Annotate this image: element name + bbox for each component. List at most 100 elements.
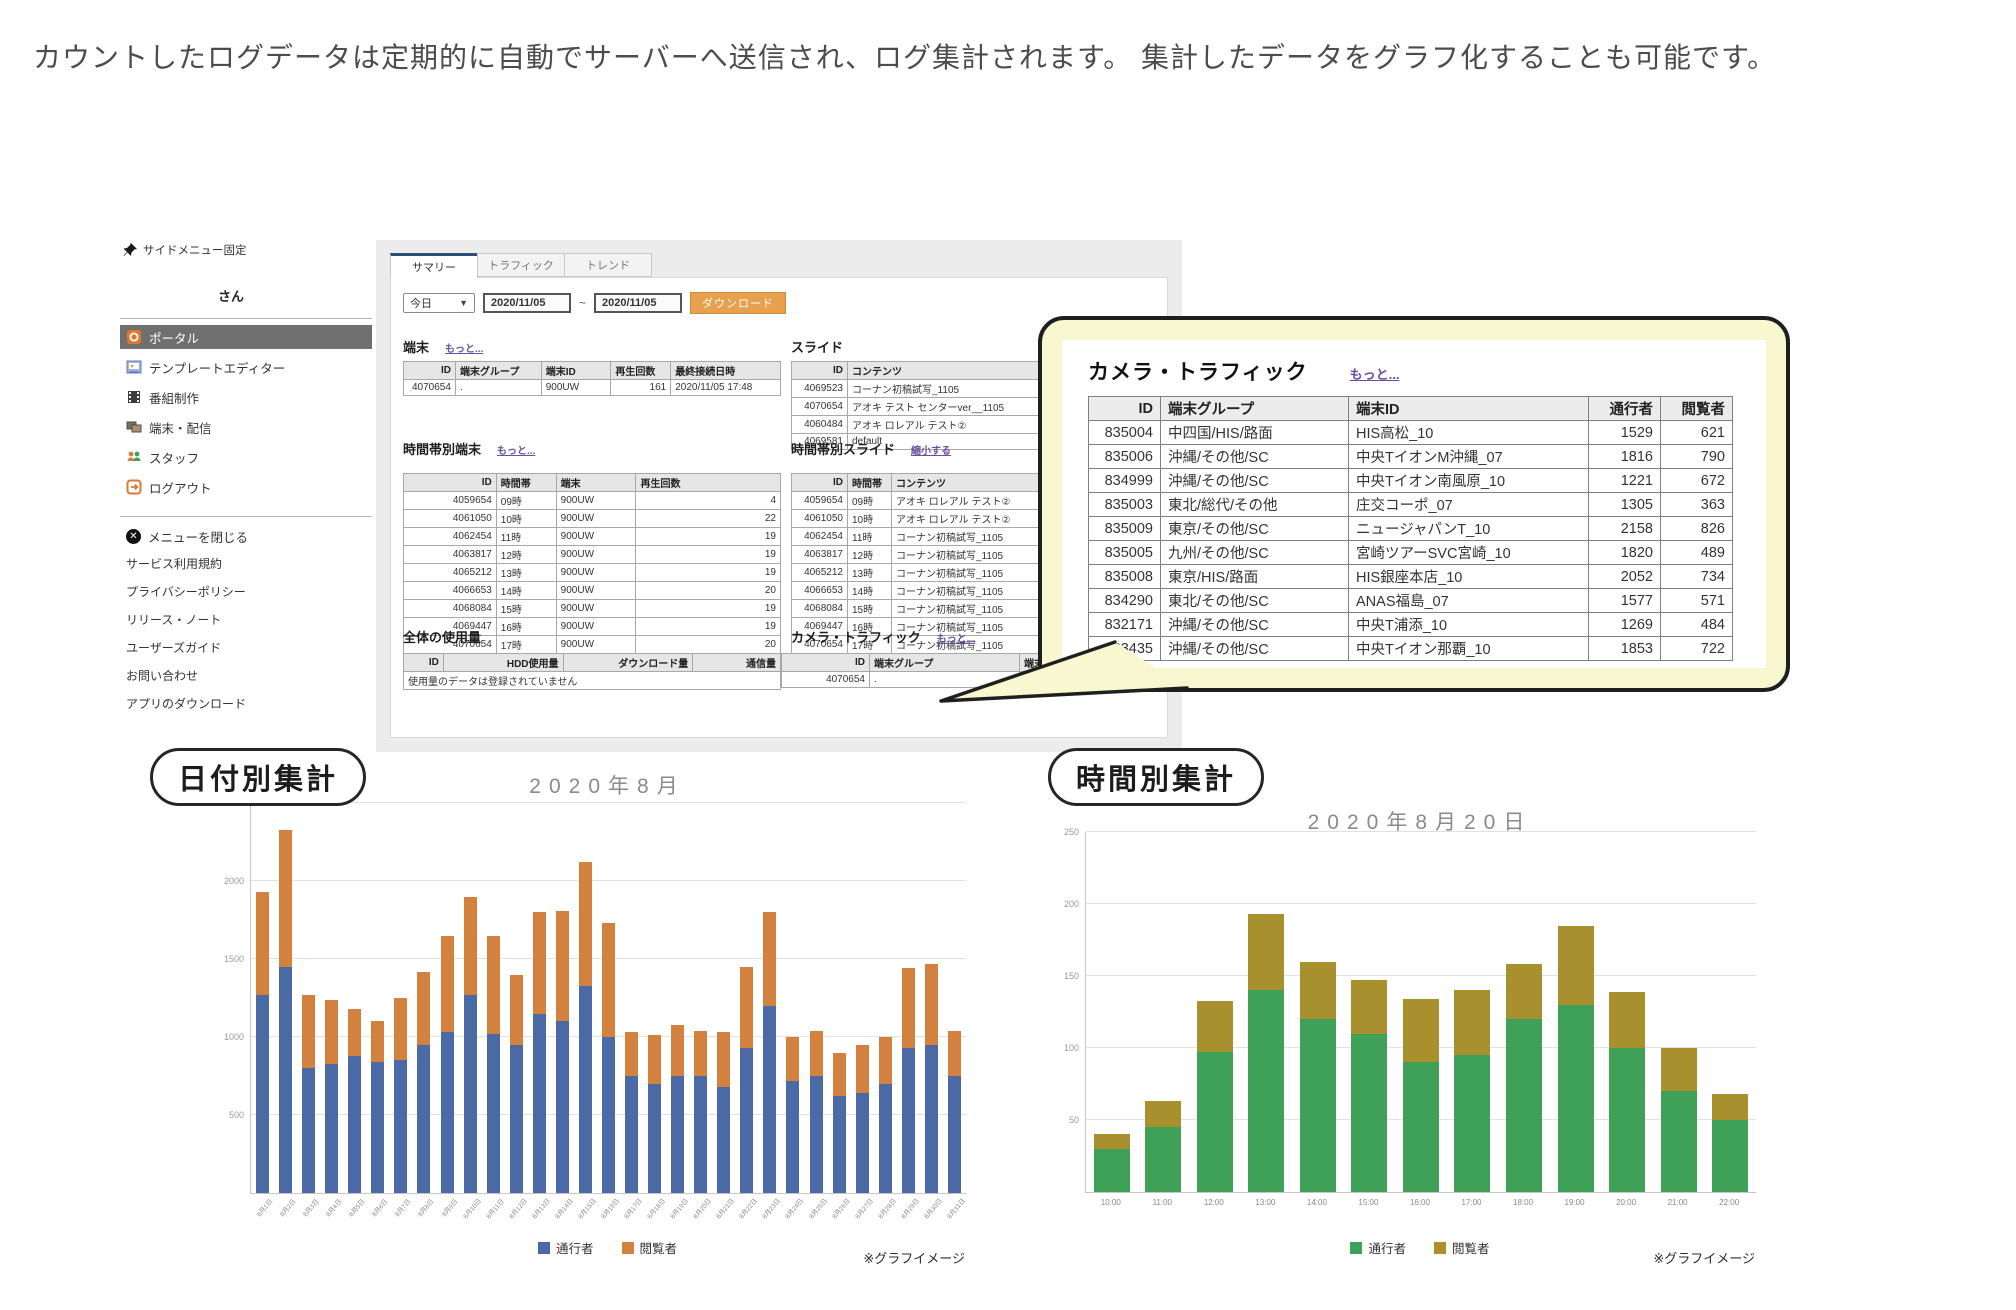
table-cell: HIS銀座本店_10 (1349, 565, 1589, 589)
bar-segment (1403, 1062, 1439, 1192)
table-cell: 12時 (496, 546, 556, 564)
bar-segment (464, 995, 477, 1193)
table-cell: 835003 (1089, 493, 1161, 517)
sidebar-link-4[interactable]: お問い合わせ (120, 661, 372, 689)
table-cell: 790 (1661, 445, 1733, 469)
shrink-link[interactable]: 縮小する (911, 442, 951, 457)
table-cell: 1269 (1589, 613, 1661, 637)
table-cell: 11時 (848, 528, 892, 546)
callout-bubble: カメラ・トラフィック もっと... ID端末グループ端末ID通行者閲覧者8350… (1038, 316, 1790, 692)
table-cell: 4068084 (792, 600, 848, 618)
table-cell: 20 (636, 582, 781, 600)
bar-segment (810, 1076, 823, 1193)
sidebar-item-2[interactable]: 番組制作 (120, 382, 372, 412)
stacked-bar (902, 803, 915, 1193)
table-cell: 1820 (1589, 541, 1661, 565)
table-cell: 19 (636, 528, 781, 546)
bar-segment (671, 1025, 684, 1076)
bar-segment (348, 1009, 361, 1056)
table-cell: 835006 (1089, 445, 1161, 469)
table-cell: 17時 (496, 636, 556, 654)
tab-2[interactable]: トレンド (564, 253, 652, 277)
date-to-input[interactable]: 2020/11/05 (594, 293, 682, 313)
tab-0[interactable]: サマリー (390, 253, 478, 278)
close-icon: ✕ (126, 529, 141, 544)
intro-text: カウントしたログデータは定期的に自動でサーバーへ送信され、ログ集計されます。 集… (33, 36, 1963, 76)
bar-segment (1351, 1034, 1387, 1192)
bar-segment (925, 964, 938, 1045)
table-cell: 九州/その他/SC (1161, 541, 1349, 565)
sidebar-link-2[interactable]: リリース・ノート (120, 605, 372, 633)
download-button[interactable]: ダウンロード (690, 292, 786, 314)
sidebar-item-4[interactable]: スタッフ (120, 442, 372, 472)
period-select[interactable]: 今日 ▼ (403, 293, 475, 313)
table-cell: 834290 (1089, 589, 1161, 613)
stacked-bar (556, 803, 569, 1193)
x-axis-tick-label: 18:00 (1497, 1198, 1549, 1207)
table-cell: 沖縄/その他/SC (1161, 613, 1349, 637)
sidebar-link-3[interactable]: ユーザーズガイド (120, 633, 372, 661)
more-link[interactable]: もっと... (445, 340, 483, 355)
table-cell: 20 (636, 636, 781, 654)
table-cell: 東北/その他/SC (1161, 589, 1349, 613)
stacked-bar (371, 803, 384, 1193)
table-cell: 900UW (556, 564, 636, 582)
table-cell: 4063817 (792, 546, 848, 564)
sidebar-item-0[interactable]: ポータル (120, 325, 372, 349)
table-cell: 900UW (556, 492, 636, 510)
y-axis-tick-label: 1500 (224, 954, 244, 964)
bar-segment (625, 1076, 638, 1193)
table-cell: 900UW (556, 528, 636, 546)
table-cell: 900UW (556, 636, 636, 654)
sidebar-pin-toggle[interactable]: サイドメニュー固定 (120, 238, 372, 262)
bar-segment (925, 1045, 938, 1193)
column-header: ID (404, 474, 497, 492)
stacked-bar (879, 803, 892, 1193)
callout-content: カメラ・トラフィック もっと... ID端末グループ端末ID通行者閲覧者8350… (1062, 340, 1766, 668)
table-cell: 4068084 (404, 600, 497, 618)
table-cell: ニュージャパンT_10 (1349, 517, 1589, 541)
bar-segment (786, 1037, 799, 1081)
table-cell: 15時 (848, 600, 892, 618)
stacked-bar (925, 803, 938, 1193)
sidebar-item-1[interactable]: テンプレートエディター (120, 352, 372, 382)
more-link[interactable]: もっと... (937, 630, 975, 645)
sidebar-item-label: 端末・配信 (149, 418, 212, 437)
table-row: 406105010時900UW22 (404, 510, 781, 528)
y-axis-tick-label: 250 (1064, 827, 1079, 837)
table-row: 4070654.900UW1612020/11/05 17:48 (404, 380, 781, 396)
sidebar-item-5[interactable]: ログアウト (120, 472, 372, 502)
sidebar-divider (120, 516, 372, 517)
sidebar-link-5[interactable]: アプリのダウンロード (120, 689, 372, 717)
tab-1[interactable]: トラフィック (477, 253, 565, 277)
date-from-input[interactable]: 2020/11/05 (483, 293, 571, 313)
page: カウントしたログデータは定期的に自動でサーバーへ送信され、ログ集計されます。 集… (0, 0, 2016, 1310)
table-cell: 835009 (1089, 517, 1161, 541)
bar-segment (1454, 990, 1490, 1055)
bar-segment (717, 1087, 730, 1193)
sidebar-link-0[interactable]: サービス利用規約 (120, 549, 372, 577)
menu-close-button[interactable]: ✕ メニューを閉じる (120, 523, 372, 549)
table-cell: 4065212 (792, 564, 848, 582)
table-cell: 363 (1661, 493, 1733, 517)
bar-segment (325, 1064, 338, 1193)
stacked-bar (1454, 832, 1490, 1192)
column-header: 時間帯 (848, 474, 892, 492)
stacked-bar (694, 803, 707, 1193)
table-cell: 中央TイオンM沖縄_07 (1349, 445, 1589, 469)
table-cell: 4062454 (792, 528, 848, 546)
x-axis-tick-label: 21:00 (1652, 1198, 1704, 1207)
sidebar-link-1[interactable]: プライバシーポリシー (120, 577, 372, 605)
table-cell: 1221 (1589, 469, 1661, 493)
bar-segment (1403, 999, 1439, 1062)
table-cell: HIS高松_10 (1349, 421, 1589, 445)
table-cell: 734 (1661, 565, 1733, 589)
more-link[interactable]: もっと... (1350, 364, 1400, 383)
section-title: カメラ・トラフィック (791, 627, 921, 646)
table-cell: 4061050 (792, 510, 848, 528)
more-link[interactable]: もっと... (497, 442, 535, 457)
sidebar-item-3[interactable]: 端末・配信 (120, 412, 372, 442)
y-axis-tick-label: 150 (1064, 971, 1079, 981)
y-axis-tick-label: 200 (1064, 899, 1079, 909)
table-cell: 4070654 (792, 398, 848, 416)
